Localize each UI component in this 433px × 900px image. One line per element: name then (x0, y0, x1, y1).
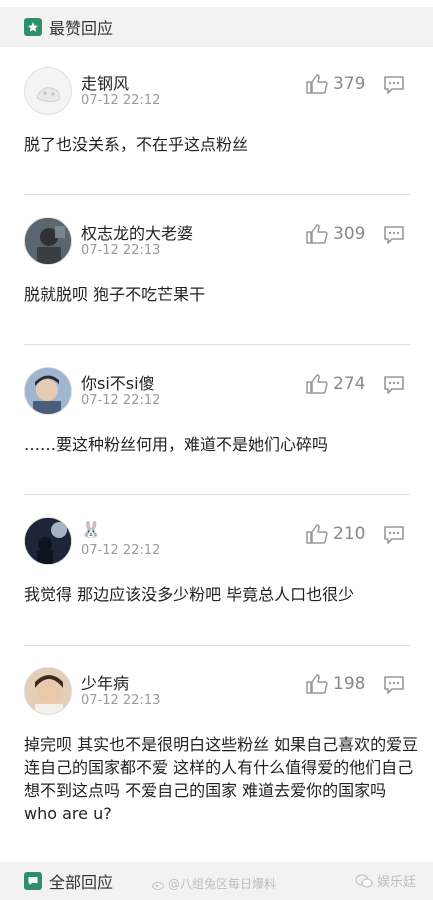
wechat-account: 娱乐廷 (377, 875, 417, 890)
avatar[interactable] (24, 517, 72, 565)
timestamp: 07-12 22:13 (81, 243, 161, 258)
like-count: 210 (333, 524, 366, 544)
weibo-icon (152, 882, 164, 890)
reply-button[interactable] (383, 225, 405, 249)
username[interactable]: 走钢风 (81, 70, 129, 94)
star-icon (24, 18, 42, 36)
like-button[interactable]: 274 (305, 373, 365, 395)
avatar[interactable] (24, 667, 72, 715)
like-count: 274 (333, 374, 366, 394)
divider (24, 194, 410, 195)
reply-button[interactable] (383, 525, 405, 549)
comment-text: 脱了也没关系，不在乎这点粉丝 (24, 135, 249, 154)
comment-icon (384, 526, 404, 544)
like-count: 379 (333, 74, 366, 94)
timestamp: 07-12 22:12 (81, 543, 161, 558)
like-button[interactable]: 198 (305, 673, 365, 695)
timestamp: 07-12 22:12 (81, 393, 161, 408)
divider (24, 494, 410, 495)
reply-button[interactable] (383, 375, 405, 399)
avatar[interactable] (24, 67, 72, 115)
wechat-icon (355, 873, 373, 888)
timestamp: 07-12 22:13 (81, 693, 161, 708)
like-button[interactable]: 210 (305, 523, 365, 545)
top-comments-header: 最赞回应 (0, 7, 433, 47)
comment-icon (384, 226, 404, 244)
divider (24, 344, 410, 345)
thumbs-up-icon (306, 374, 328, 394)
comment-text: 我觉得 那边应该没多少粉吧 毕竟总人口也很少 (24, 585, 355, 604)
reply-button[interactable] (383, 75, 405, 99)
divider (24, 645, 410, 646)
comment-icon (384, 676, 404, 694)
thumbs-up-icon (306, 74, 328, 94)
weibo-handle: @八组兔区每日爆料 (168, 877, 277, 891)
avatar[interactable] (24, 217, 72, 265)
comment-text: 掉完呗 其实也不是很明白这些粉丝 如果自己喜欢的爱豆连自己的国家都不爱 这样的人… (24, 735, 419, 823)
comment-icon (384, 376, 404, 394)
section-title: 最赞回应 (49, 19, 114, 38)
chat-bubble-icon (24, 872, 42, 890)
thumbs-up-icon (306, 224, 328, 244)
comment-icon (384, 76, 404, 94)
username[interactable]: 你si不si傻 (81, 370, 155, 394)
username[interactable]: 少年病 (81, 670, 129, 694)
section-title: 全部回应 (49, 873, 114, 892)
like-button[interactable]: 379 (305, 73, 365, 95)
thumbs-up-icon (306, 674, 328, 694)
avatar[interactable] (24, 367, 72, 415)
wechat-watermark: 娱乐廷 (355, 871, 416, 890)
reply-button[interactable] (383, 675, 405, 699)
like-count: 309 (333, 224, 366, 244)
comment-text: 脱就脱呗 狍子不吃芒果干 (24, 285, 206, 304)
weibo-watermark: @八组兔区每日爆料 (152, 875, 276, 892)
timestamp: 07-12 22:12 (81, 93, 161, 108)
like-button[interactable]: 309 (305, 223, 365, 245)
username[interactable]: 权志龙的大老婆 (81, 220, 193, 244)
like-count: 198 (333, 674, 366, 694)
thumbs-up-icon (306, 524, 328, 544)
comment-text: ……要这种粉丝何用，难道不是她们心碎吗 (24, 435, 329, 454)
username[interactable]: 🐰 (81, 520, 101, 539)
